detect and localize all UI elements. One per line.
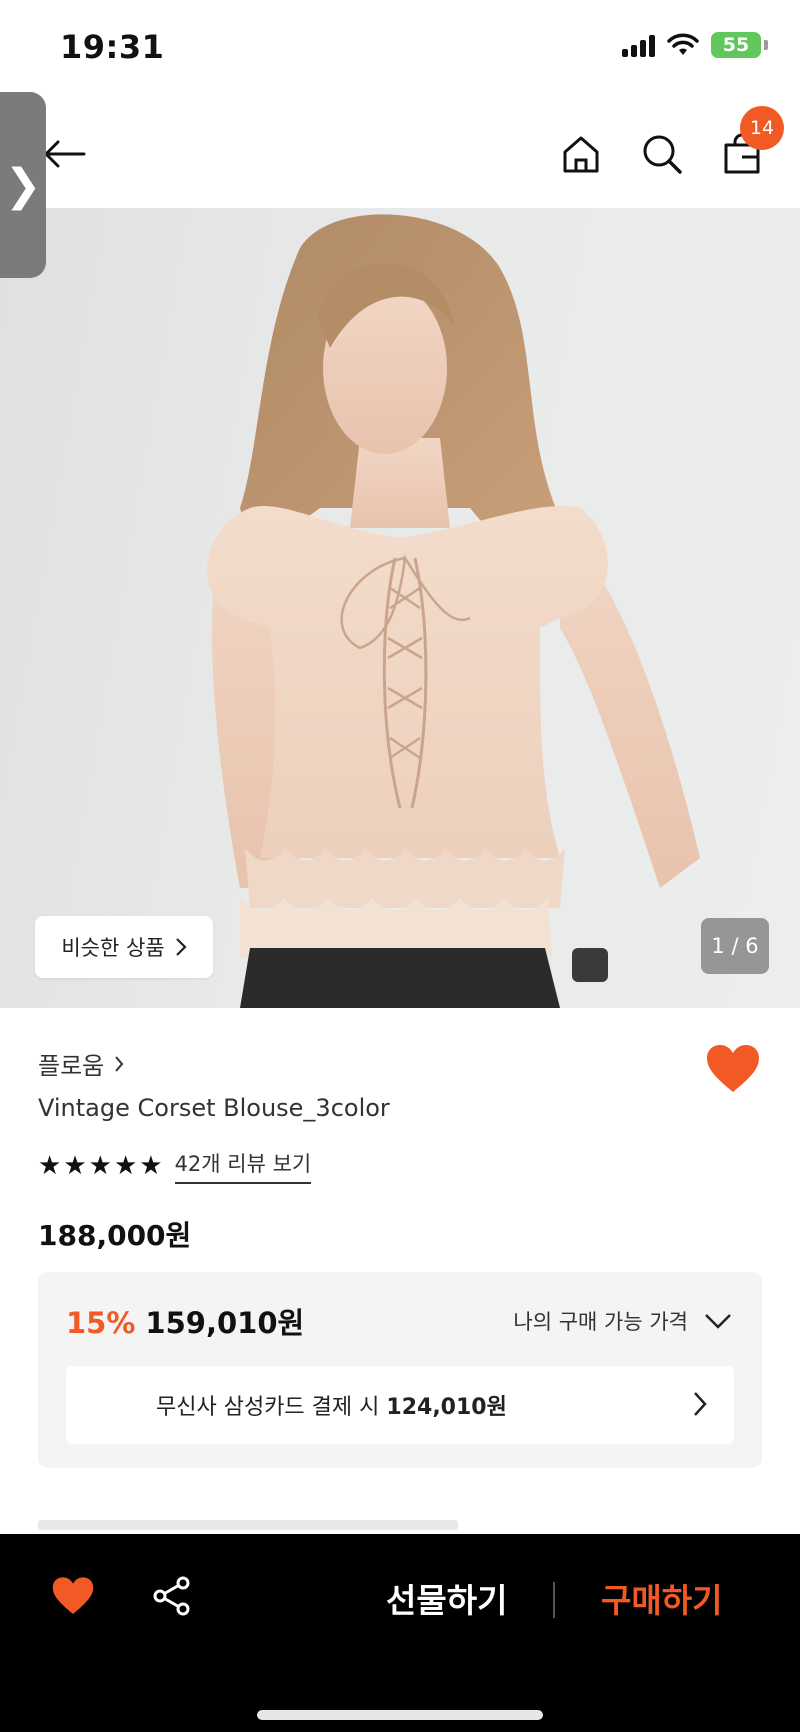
image-pager: 1 / 6 (701, 918, 769, 974)
wifi-icon (667, 33, 699, 55)
heart-icon[interactable] (52, 1576, 94, 1616)
rating-row: ★ ★ ★ ★ ★ 42개 리뷰 보기 (38, 1148, 312, 1184)
home-icon (563, 136, 599, 173)
my-price-toggle[interactable]: 나의 구매 가능 가격 (513, 1306, 732, 1336)
battery-level: 55 (722, 34, 750, 56)
product-photo (207, 214, 700, 1008)
side-drawer-handle[interactable]: ❯ (0, 92, 46, 278)
status-icons: 55 (622, 32, 768, 58)
similar-products-label: 비슷한 상품 (61, 936, 165, 960)
signal-icon (622, 33, 655, 57)
star-icon: ★ (63, 1151, 87, 1181)
sale-price: 159,010원 (145, 1306, 305, 1340)
search-button[interactable] (634, 126, 690, 182)
share-icon[interactable] (152, 1576, 192, 1616)
status-bar: 19:31 55 (0, 0, 800, 96)
back-arrow-icon (44, 140, 86, 168)
home-indicator (257, 1710, 543, 1720)
gift-button[interactable]: 선물하기 (386, 1574, 507, 1622)
cart-count-badge: 14 (740, 106, 784, 150)
cut-off-content (38, 1520, 458, 1530)
brand-name: 플로움 (38, 1052, 105, 1080)
chevron-right-icon (175, 938, 187, 956)
top-header (0, 96, 800, 208)
card-offer-banner[interactable]: 무신사 삼성카드 결제 시 124,010원 (66, 1366, 734, 1444)
star-icon: ★ (139, 1151, 163, 1181)
status-time: 19:31 (60, 28, 165, 66)
like-heart-icon[interactable] (706, 1044, 760, 1094)
star-icon: ★ (38, 1151, 62, 1181)
discount-rate: 15% (66, 1306, 136, 1340)
star-icon: ★ (88, 1151, 112, 1181)
discount-row: 15% 159,010원 (66, 1300, 304, 1342)
card-offer-price: 124,010원 (386, 1395, 507, 1420)
buy-button[interactable]: 구매하기 (601, 1574, 722, 1622)
product-image-gallery[interactable]: 비슷한 상품 1 / 6 (0, 208, 800, 1008)
rating-stars: ★ ★ ★ ★ ★ (38, 1151, 163, 1181)
battery-indicator: 55 (711, 32, 761, 58)
similar-products-button[interactable]: 비슷한 상품 (35, 916, 213, 978)
chevron-right-icon (694, 1392, 707, 1416)
bottom-action-bar: 선물하기 구매하기 (0, 1534, 800, 1732)
star-icon: ★ (113, 1151, 138, 1181)
home-button[interactable] (553, 126, 609, 182)
price-box: 15% 159,010원 나의 구매 가능 가격 무신사 삼성카드 결제 시 1… (38, 1272, 762, 1468)
search-icon (643, 135, 682, 174)
review-link[interactable]: 42개 리뷰 보기 (174, 1148, 312, 1184)
brand-link[interactable]: 플로움 (38, 1046, 124, 1081)
chevron-down-icon (705, 1314, 731, 1329)
chevron-right-icon (115, 1055, 124, 1072)
original-price: 188,000원 (38, 1219, 192, 1252)
my-price-label: 나의 구매 가능 가격 (513, 1310, 688, 1334)
product-name: Vintage Corset Blouse_3color (38, 1094, 390, 1122)
card-offer-text: 무신사 삼성카드 결제 시 124,010원 (156, 1389, 507, 1421)
card-offer-prefix: 무신사 삼성카드 결제 시 (156, 1395, 380, 1420)
divider (553, 1582, 555, 1618)
battery-cap (764, 40, 768, 50)
